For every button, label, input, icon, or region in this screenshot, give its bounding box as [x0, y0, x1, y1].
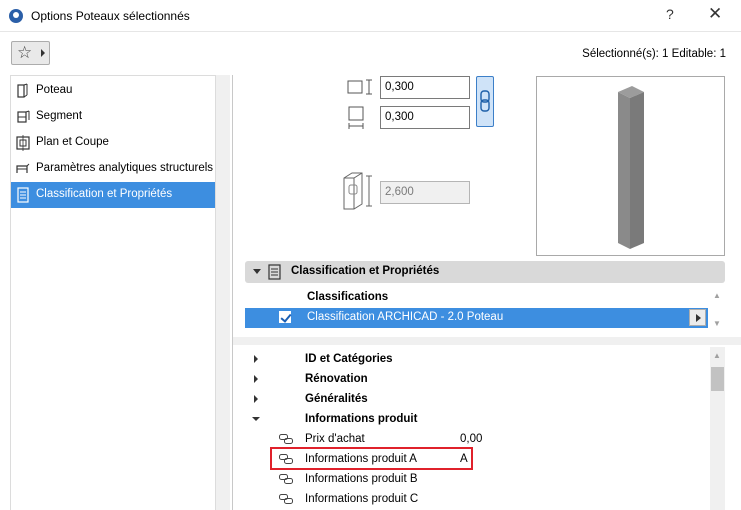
height-input: 2,600: [380, 181, 470, 204]
tree-group-label: ID et Catégories: [305, 353, 393, 365]
classifications-list: Classifications Classification ARCHICAD …: [245, 287, 725, 333]
property-row[interactable]: Prix d'achat 0,00: [245, 429, 710, 449]
settings-panel-list: Poteau Segment Plan et Coupe Paramètres …: [10, 75, 216, 510]
expand-arrow-icon[interactable]: [254, 395, 258, 403]
panel-divider-line: [232, 75, 233, 510]
tree-group-row[interactable]: Informations produit: [245, 409, 710, 429]
collapse-arrow-icon[interactable]: [253, 269, 261, 274]
column-icon: [17, 83, 28, 98]
properties-scrollbar[interactable]: ▲: [710, 347, 725, 510]
sidebar-item-label: Classification et Propriétés: [36, 188, 173, 200]
properties-tree: ID et Catégories Rénovation Généralités …: [245, 347, 710, 510]
panel-divider[interactable]: [216, 75, 230, 510]
3d-preview: [536, 76, 725, 256]
close-button[interactable]: ✕: [708, 4, 722, 24]
dropdown-arrow-icon: [41, 49, 45, 57]
tree-group-label: Informations produit: [305, 413, 418, 425]
property-link-icon: [279, 474, 293, 484]
property-label: Prix d'achat: [305, 433, 365, 445]
depth-input[interactable]: 0,300: [380, 106, 470, 129]
sidebar-item-segment[interactable]: Segment: [11, 104, 215, 130]
scroll-up-icon[interactable]: ▲: [713, 351, 721, 360]
section-header-classification[interactable]: Classification et Propriétés: [245, 261, 725, 283]
scroll-down-icon[interactable]: ▼: [713, 319, 721, 328]
floor-plan-icon: [16, 135, 30, 151]
tree-group-label: Généralités: [305, 393, 368, 405]
column-preview-image: [618, 86, 644, 249]
tree-group-label: Rénovation: [305, 373, 368, 385]
property-link-icon: [279, 494, 293, 504]
sidebar-item-label: Plan et Coupe: [36, 136, 109, 148]
expand-arrow-icon[interactable]: [254, 375, 258, 383]
sidebar-item-plan-et-coupe[interactable]: Plan et Coupe: [11, 130, 215, 156]
property-label: Informations produit A: [305, 453, 417, 465]
favorites-button[interactable]: ☆: [11, 41, 50, 65]
splitter[interactable]: [233, 337, 741, 345]
tree-group-row[interactable]: ID et Catégories: [245, 349, 710, 369]
property-row[interactable]: Informations produit C: [245, 489, 710, 509]
segment-icon: [17, 110, 30, 123]
tree-group-row[interactable]: Rénovation: [245, 369, 710, 389]
chain-link-icon: [480, 90, 490, 112]
classification-picker-button[interactable]: [689, 309, 706, 326]
depth-dimension-icon: [348, 106, 364, 129]
collapse-arrow-icon[interactable]: [252, 417, 260, 421]
sidebar-item-parametres-analytiques[interactable]: Paramètres analytiques structurels: [11, 156, 215, 182]
sidebar-item-label: Segment: [36, 110, 83, 122]
scrollbar-thumb[interactable]: [711, 367, 724, 391]
expand-arrow-icon[interactable]: [254, 355, 258, 363]
title-bar: Options Poteaux sélectionnés ? ✕: [0, 0, 741, 32]
classification-icon: [268, 264, 281, 280]
link-dimensions-button[interactable]: [476, 76, 494, 127]
classifications-header: Classifications: [307, 291, 389, 303]
property-label: Informations produit B: [305, 473, 418, 485]
height-dimension-icon: [343, 172, 372, 210]
property-row[interactable]: Informations produit B: [245, 469, 710, 489]
property-value[interactable]: 0,00: [460, 433, 482, 445]
classification-checkbox[interactable]: [279, 311, 291, 323]
classification-row[interactable]: Classification ARCHICAD - 2.0 Poteau: [245, 308, 708, 328]
structural-analysis-icon: [16, 163, 30, 173]
width-dimension-icon: [347, 79, 372, 95]
scroll-up-icon[interactable]: ▲: [713, 291, 721, 300]
sidebar-item-classification[interactable]: Classification et Propriétés: [11, 182, 215, 208]
sidebar-item-label: Paramètres analytiques structurels: [36, 162, 214, 174]
help-button[interactable]: ?: [666, 6, 674, 22]
archicad-app-icon: [9, 9, 23, 23]
sidebar-item-label: Poteau: [36, 84, 73, 96]
star-icon: ☆: [17, 43, 33, 62]
property-link-icon: [279, 434, 293, 444]
property-label: Informations produit C: [305, 493, 419, 505]
sidebar-item-poteau[interactable]: Poteau: [11, 78, 215, 104]
classifications-scrollbar[interactable]: ▲ ▼: [710, 289, 724, 333]
property-value[interactable]: A: [460, 453, 468, 465]
width-input[interactable]: 0,300: [380, 76, 470, 99]
property-link-icon: [279, 454, 293, 464]
window-title: Options Poteaux sélectionnés: [31, 9, 190, 23]
section-title: Classification et Propriétés: [291, 265, 440, 277]
tree-group-row[interactable]: Généralités: [245, 389, 710, 409]
classification-value: Classification ARCHICAD - 2.0 Poteau: [307, 311, 504, 323]
classification-icon: [17, 187, 29, 203]
selection-info: Sélectionné(s): 1 Editable: 1: [582, 48, 726, 60]
property-row[interactable]: Informations produit A A: [245, 449, 710, 469]
